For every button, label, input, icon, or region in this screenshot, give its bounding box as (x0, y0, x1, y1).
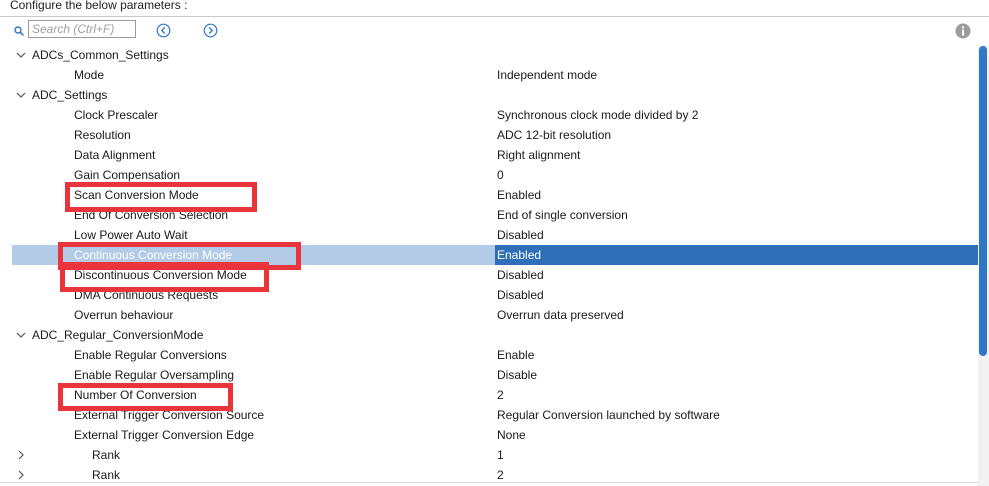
param-row-end-of-conversion-selection[interactable]: End Of Conversion Selection End of singl… (12, 205, 978, 225)
param-row-clock-prescaler[interactable]: Clock Prescaler Synchronous clock mode d… (12, 105, 978, 125)
config-header: Configure the below parameters : (0, 0, 989, 17)
toolbar (0, 18, 989, 44)
param-label: Low Power Auto Wait (74, 228, 188, 242)
param-row-enable-regular-conversions[interactable]: Enable Regular Conversions Enable (12, 345, 978, 365)
param-row-enable-regular-oversampling[interactable]: Enable Regular Oversampling Disable (12, 365, 978, 385)
param-label: Rank (92, 468, 121, 482)
selected-value-cell[interactable] (495, 245, 978, 265)
param-row-overrun-behaviour[interactable]: Overrun behaviour Overrun data preserved (12, 305, 978, 325)
param-row-external-trigger-source[interactable]: External Trigger Conversion Source Regul… (12, 405, 978, 425)
param-label: Enable Regular Conversions (74, 348, 227, 362)
param-label: Continuous Conversion Mode (74, 248, 233, 262)
chevron-down-icon[interactable] (16, 330, 26, 340)
param-label: End Of Conversion Selection (74, 208, 229, 222)
param-value[interactable]: Disable (497, 367, 537, 383)
param-label: Mode (74, 68, 105, 82)
param-value[interactable]: Synchronous clock mode divided by 2 (497, 107, 698, 123)
tree-group-rank-1[interactable]: Rank 1 (12, 445, 978, 465)
param-row-discontinuous-conversion-mode[interactable]: Discontinuous Conversion Mode Disabled (12, 265, 978, 285)
param-label: Discontinuous Conversion Mode (74, 268, 247, 282)
param-row-data-alignment[interactable]: Data Alignment Right alignment (12, 145, 978, 165)
param-value[interactable]: Overrun data preserved (497, 307, 624, 323)
param-row-scan-conversion-mode[interactable]: Scan Conversion Mode Enabled (12, 185, 978, 205)
param-row-low-power-auto-wait[interactable]: Low Power Auto Wait Disabled (12, 225, 978, 245)
param-label: Overrun behaviour (74, 308, 174, 322)
param-value[interactable]: Right alignment (497, 147, 580, 163)
param-value[interactable]: Regular Conversion launched by software (497, 407, 720, 423)
param-label: Enable Regular Oversampling (74, 368, 235, 382)
param-value[interactable]: ADC 12-bit resolution (497, 127, 611, 143)
chevron-right-icon[interactable] (16, 450, 26, 460)
param-value[interactable]: 2 (497, 467, 504, 483)
config-title: Configure the below parameters : (10, 0, 188, 12)
param-label: Data Alignment (74, 148, 156, 162)
param-value[interactable]: Disabled (497, 287, 544, 303)
chevron-down-icon[interactable] (16, 50, 26, 60)
group-label: ADCs_Common_Settings (32, 48, 169, 62)
group-label: ADC_Settings (32, 88, 108, 102)
param-label: Clock Prescaler (74, 108, 159, 122)
param-label: Gain Compensation (74, 168, 181, 182)
tree-group-adc-regular-conversion-mode[interactable]: ADC_Regular_ConversionMode (12, 325, 978, 345)
next-match-button[interactable] (203, 23, 218, 38)
scrollbar-thumb[interactable] (979, 46, 987, 356)
parameter-tree: ADCs_Common_Settings Mode Independent mo… (0, 45, 978, 486)
param-value[interactable]: Disabled (497, 267, 544, 283)
param-value[interactable]: 1 (497, 447, 504, 463)
previous-match-button[interactable] (156, 23, 171, 38)
tree-group-adcs-common-settings[interactable]: ADCs_Common_Settings (12, 45, 978, 65)
param-label: DMA Continuous Requests (74, 288, 219, 302)
param-row-number-of-conversion[interactable]: Number Of Conversion 2 (12, 385, 978, 405)
param-value[interactable]: Enabled (497, 187, 541, 203)
param-value[interactable]: Independent mode (497, 67, 597, 83)
param-label: External Trigger Conversion Edge (74, 428, 255, 442)
param-value[interactable]: 2 (497, 387, 504, 403)
param-row-mode[interactable]: Mode Independent mode (12, 65, 978, 85)
param-label: Resolution (74, 128, 131, 142)
param-label: Rank (92, 448, 121, 462)
search-input[interactable] (28, 20, 136, 38)
group-label: ADC_Regular_ConversionMode (32, 328, 204, 342)
param-value[interactable]: Enable (497, 347, 534, 363)
param-label: Number Of Conversion (74, 388, 197, 402)
param-row-continuous-conversion-mode[interactable]: Continuous Conversion Mode Enabled (12, 245, 978, 265)
chevron-down-icon[interactable] (16, 90, 26, 100)
param-value[interactable]: End of single conversion (497, 207, 628, 223)
divider (0, 482, 978, 483)
param-row-gain-compensation[interactable]: Gain Compensation 0 (12, 165, 978, 185)
param-row-resolution[interactable]: Resolution ADC 12-bit resolution (12, 125, 978, 145)
param-value[interactable]: 0 (497, 167, 504, 183)
param-label: External Trigger Conversion Source (74, 408, 265, 422)
param-row-external-trigger-edge[interactable]: External Trigger Conversion Edge None (12, 425, 978, 445)
search-icon (14, 26, 24, 36)
info-icon[interactable] (955, 23, 971, 39)
tree-group-adc-settings[interactable]: ADC_Settings (12, 85, 978, 105)
param-value[interactable]: Enabled (497, 247, 541, 263)
param-value[interactable]: None (497, 427, 526, 443)
param-row-dma-continuous-requests[interactable]: DMA Continuous Requests Disabled (12, 285, 978, 305)
chevron-right-icon[interactable] (16, 470, 26, 480)
param-label: Scan Conversion Mode (74, 188, 199, 202)
param-value[interactable]: Disabled (497, 227, 544, 243)
